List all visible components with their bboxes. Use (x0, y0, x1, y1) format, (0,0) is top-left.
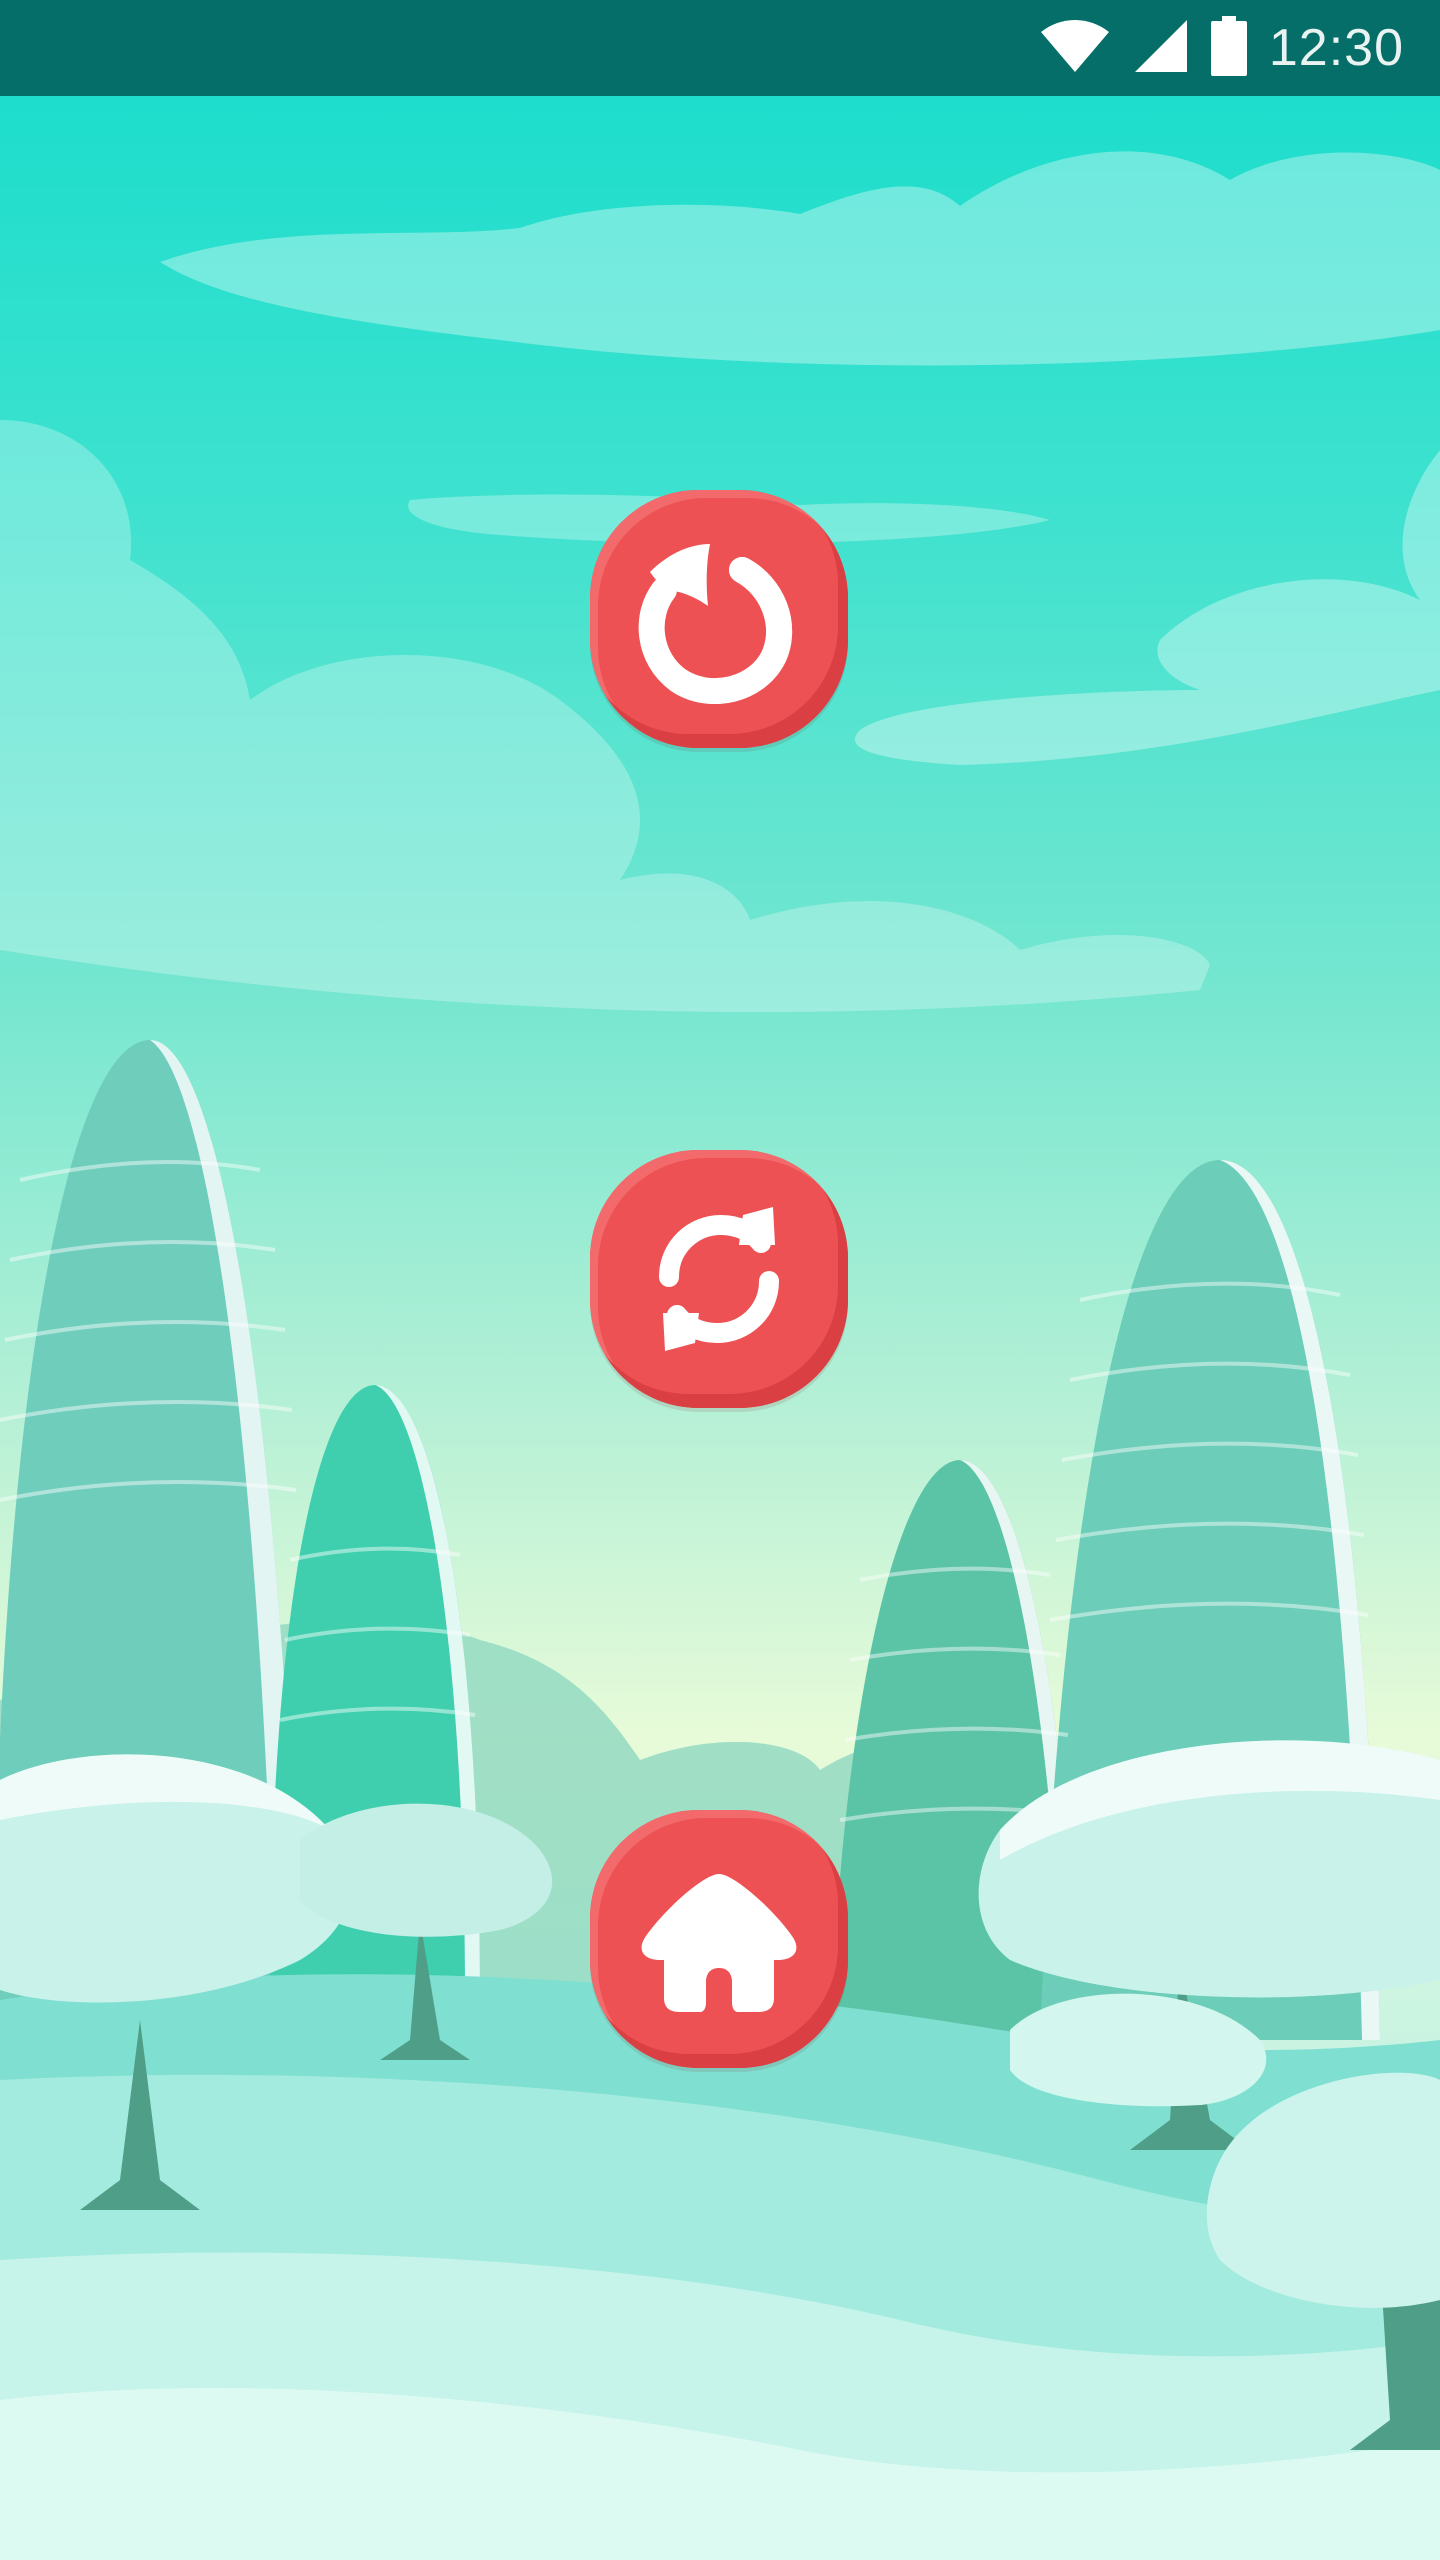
cellular-signal-icon (1133, 18, 1189, 79)
refresh-icon (639, 1199, 799, 1359)
cloud-top (160, 151, 1440, 366)
status-time: 12:30 (1268, 19, 1404, 77)
home-icon (634, 1854, 804, 2024)
wifi-icon (1039, 18, 1111, 79)
restart-button[interactable] (590, 1150, 848, 1408)
undo-button[interactable] (590, 490, 848, 748)
status-bar: 12:30 (0, 0, 1440, 96)
battery-icon (1210, 15, 1247, 81)
undo-arrow-icon (634, 534, 804, 704)
game-menu-screen: 12:30 (0, 0, 1440, 2560)
home-button[interactable] (590, 1810, 848, 2068)
status-icons: 12:30 (1039, 0, 1404, 96)
cloud-right (854, 450, 1440, 765)
